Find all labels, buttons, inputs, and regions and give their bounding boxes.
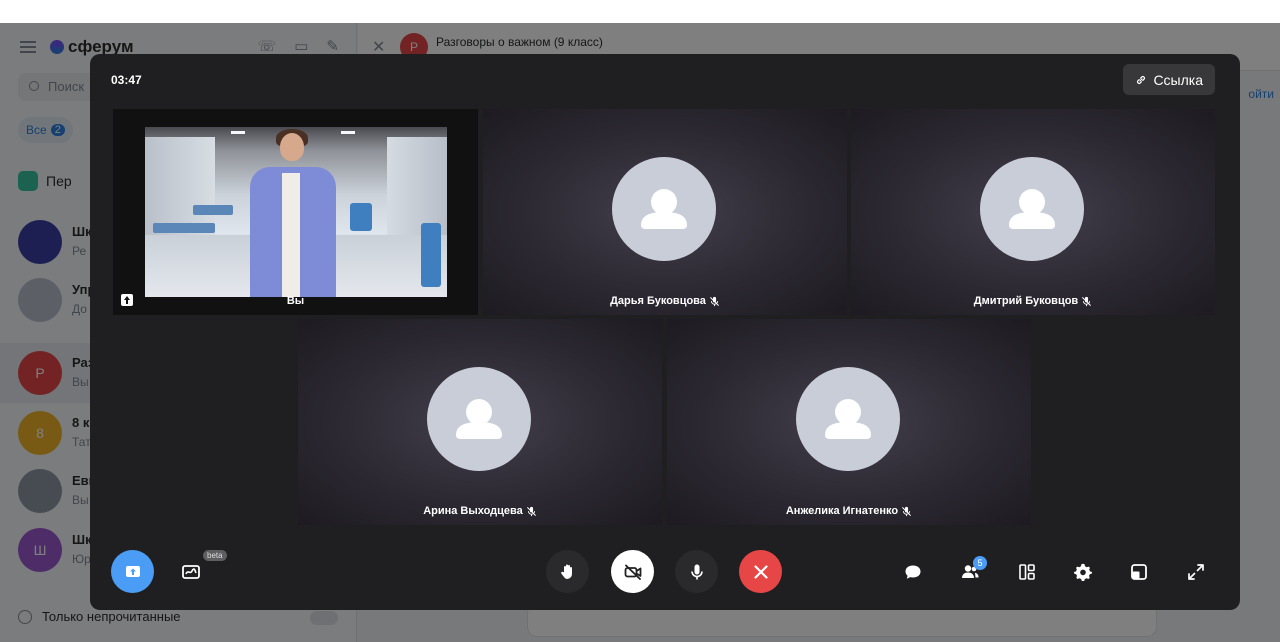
- chat-bubble-icon: [905, 565, 921, 579]
- participant-name-row: Арина Выходцева: [298, 505, 662, 517]
- picture-in-picture-icon: [1131, 564, 1147, 580]
- ceiling-lamp: [341, 131, 355, 134]
- bench-left-far: [193, 205, 233, 215]
- person-shirt: [282, 173, 300, 297]
- fullscreen-button[interactable]: [1183, 559, 1209, 585]
- participant-name: Анжелика Игнатенко: [785, 505, 899, 517]
- camera-off-icon: [624, 564, 641, 580]
- share-screen-icon: [125, 565, 140, 577]
- video-call-window: 03:47 Ссылка Вы Дарья Буковцова Дмитрий Б…: [90, 54, 1240, 610]
- whiteboard-icon: [182, 565, 200, 579]
- whiteboard-button[interactable]: [178, 559, 204, 585]
- settings-button[interactable]: [1070, 559, 1096, 585]
- mic-muted-icon: [709, 296, 719, 306]
- participant-tile[interactable]: Анжелика Игнатенко: [667, 319, 1031, 525]
- participant-name-row: Анжелика Игнатенко: [667, 505, 1031, 517]
- participant-tile[interactable]: Дмитрий Буковцов: [851, 109, 1215, 315]
- user-placeholder-icon: [427, 367, 531, 471]
- end-call-icon: [753, 564, 768, 579]
- microphone-button[interactable]: [675, 550, 718, 593]
- mic-muted-icon: [902, 506, 912, 516]
- participant-name: Дарья Буковцова: [610, 295, 706, 307]
- share-screen-button[interactable]: [111, 550, 154, 593]
- chair-right-near: [421, 223, 441, 287]
- user-placeholder-icon: [612, 157, 716, 261]
- gear-icon: [1074, 563, 1092, 581]
- participant-name: Арина Выходцева: [423, 505, 523, 517]
- camera-toggle-button[interactable]: [611, 550, 654, 593]
- bench-left: [153, 223, 215, 233]
- mic-muted-icon: [526, 506, 536, 516]
- microphone-icon: [690, 564, 703, 579]
- minimize-window-button[interactable]: [1126, 559, 1152, 585]
- copy-link-button[interactable]: Ссылка: [1123, 64, 1215, 95]
- participants-count-badge: 5: [973, 556, 987, 570]
- chat-button[interactable]: [900, 559, 926, 585]
- participant-tile[interactable]: Арина Выходцева: [298, 319, 662, 525]
- beta-badge: beta: [203, 550, 227, 561]
- grid-layout-icon: [1019, 564, 1035, 580]
- person-head: [280, 133, 304, 161]
- raise-hand-button[interactable]: [546, 550, 589, 593]
- raise-hand-icon: [560, 564, 572, 579]
- participant-name-row: Дмитрий Буковцов: [851, 295, 1215, 307]
- participant-name: Дмитрий Буковцов: [973, 295, 1079, 307]
- copy-link-label: Ссылка: [1153, 71, 1203, 88]
- participant-tile[interactable]: Дарья Буковцова: [483, 109, 847, 315]
- end-call-button[interactable]: [739, 550, 782, 593]
- participant-name: Вы: [286, 295, 305, 307]
- layout-button[interactable]: [1014, 559, 1040, 585]
- user-placeholder-icon: [796, 367, 900, 471]
- chair-right: [350, 203, 372, 231]
- fullscreen-icon: [1188, 564, 1204, 580]
- self-video-tile[interactable]: Вы: [113, 109, 478, 315]
- mic-muted-icon: [1082, 296, 1092, 306]
- ceiling-lamp: [231, 131, 245, 134]
- user-placeholder-icon: [980, 157, 1084, 261]
- call-timer: 03:47: [111, 73, 142, 87]
- participant-name-row: Дарья Буковцова: [483, 295, 847, 307]
- link-icon: [1137, 75, 1146, 84]
- self-video-feed: [145, 127, 447, 297]
